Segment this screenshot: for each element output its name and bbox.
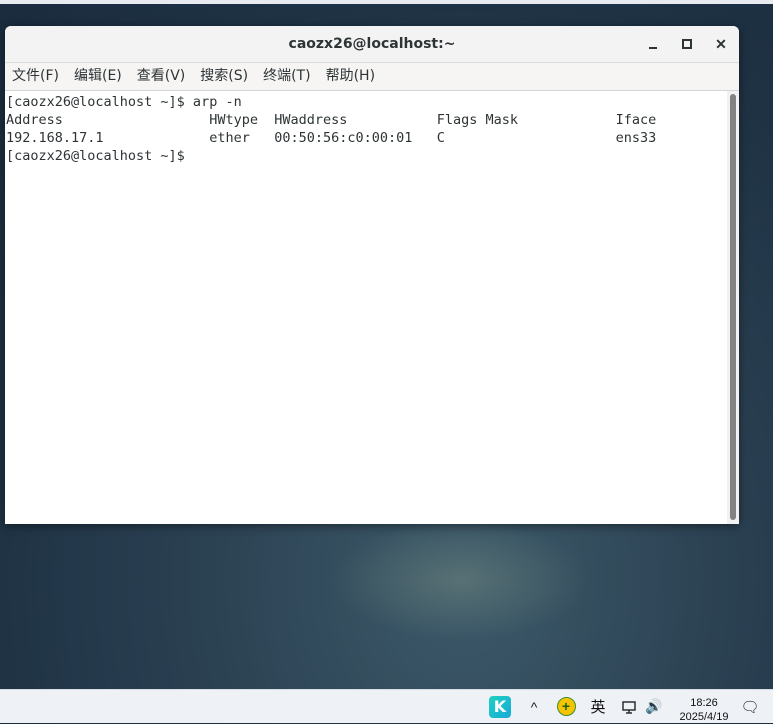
- volume-icon[interactable]: 🔊: [643, 690, 665, 723]
- clock[interactable]: 18:26 2025/4/19: [674, 696, 734, 724]
- scrollbar[interactable]: [727, 91, 739, 524]
- window-title: caozx26@localhost:~: [288, 36, 456, 52]
- network-icon[interactable]: [620, 690, 638, 723]
- minimize-button[interactable]: [643, 34, 663, 54]
- language-indicator[interactable]: 英: [586, 690, 610, 723]
- notification-icon[interactable]: 🗨: [740, 690, 760, 723]
- scroll-thumb[interactable]: [730, 94, 736, 520]
- ime-icon[interactable]: +: [556, 690, 576, 723]
- terminal-line: [caozx26@localhost ~]$: [6, 148, 193, 164]
- maximize-icon: [682, 39, 692, 49]
- wallpaper-glow: [330, 520, 590, 640]
- k-app-icon[interactable]: K: [488, 690, 512, 723]
- menu-search[interactable]: 搜索(S): [193, 63, 256, 90]
- close-icon: ✕: [715, 36, 727, 52]
- menu-file[interactable]: 文件(F): [5, 63, 67, 90]
- close-button[interactable]: ✕: [711, 34, 731, 54]
- menu-edit[interactable]: 编辑(E): [67, 63, 130, 90]
- title-bar[interactable]: caozx26@localhost:~ ✕: [5, 26, 739, 63]
- maximize-button[interactable]: [677, 34, 697, 54]
- menu-help[interactable]: 帮助(H): [319, 63, 383, 90]
- desktop-top-strip: [0, 0, 773, 4]
- minimize-icon: [649, 47, 657, 49]
- clock-time: 18:26: [690, 697, 718, 709]
- menu-bar: 文件(F) 编辑(E) 查看(V) 搜索(S) 终端(T) 帮助(H): [5, 63, 739, 91]
- taskbar: K ^ + 英 🔊 18:26 2025/4/19 🗨: [0, 689, 773, 723]
- menu-terminal[interactable]: 终端(T): [256, 63, 318, 90]
- terminal-area[interactable]: [caozx26@localhost ~]$ arp -n Address HW…: [5, 91, 727, 524]
- terminal-line: [caozx26@localhost ~]$ arp -n: [6, 94, 242, 110]
- menu-view[interactable]: 查看(V): [130, 63, 194, 90]
- terminal-window[interactable]: caozx26@localhost:~ ✕ 文件(F) 编辑(E) 查看(V) …: [5, 26, 739, 524]
- terminal-line: 192.168.17.1 ether 00:50:56:c0:00:01 C e…: [6, 130, 657, 146]
- chevron-up-icon[interactable]: ^: [524, 690, 544, 723]
- terminal-line: Address HWtype HWaddress Flags Mask Ifac…: [6, 112, 657, 128]
